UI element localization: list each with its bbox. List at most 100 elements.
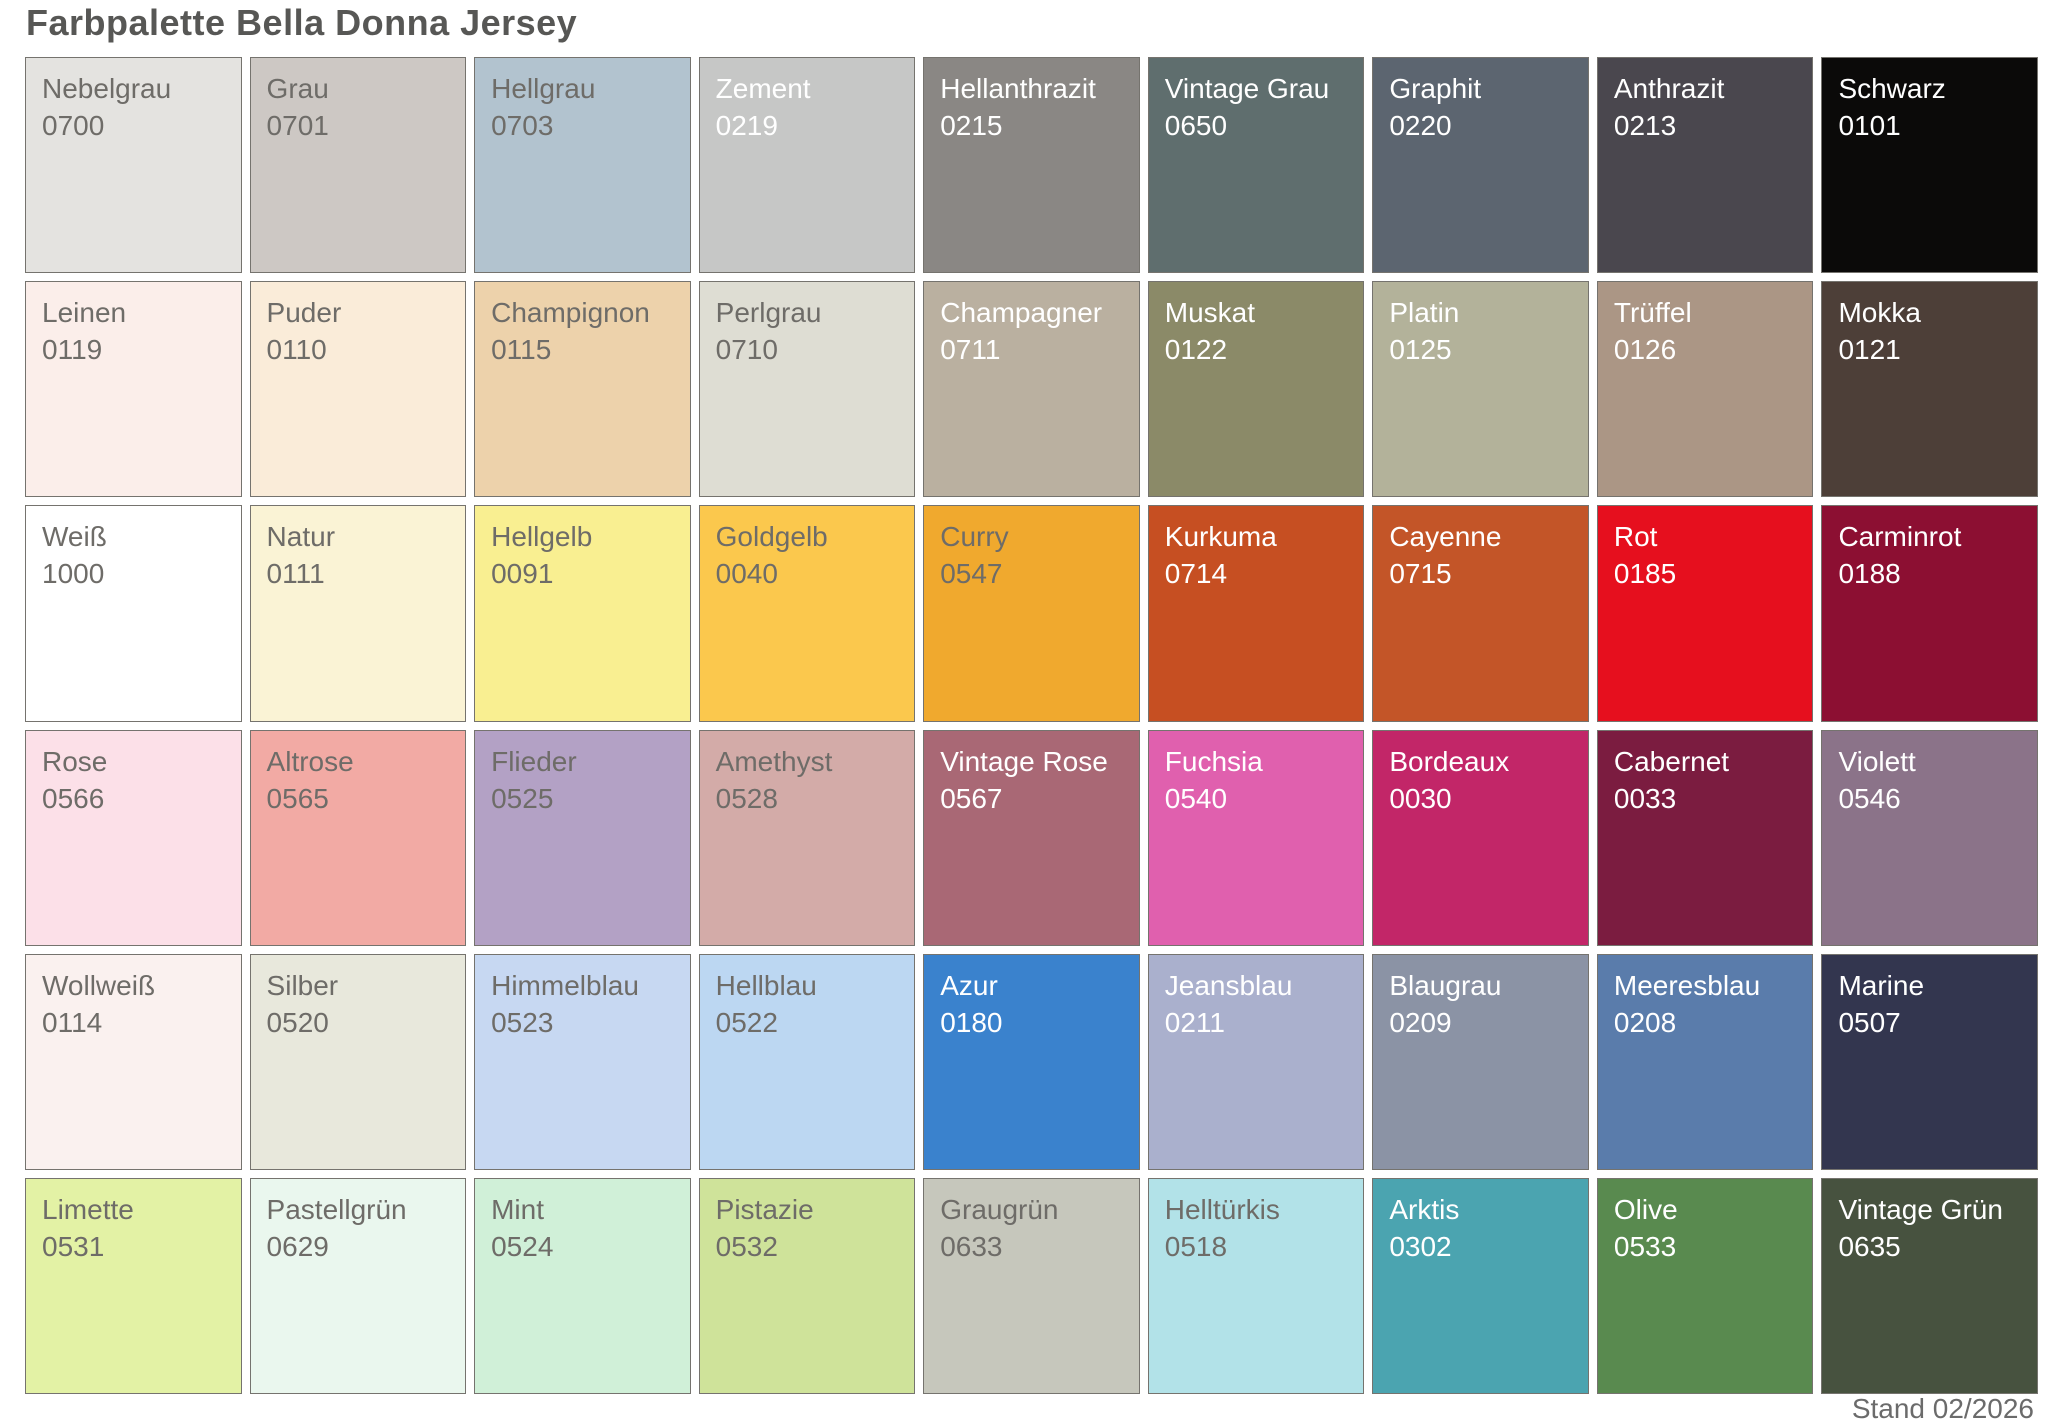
swatch-code-label: 1000 [42, 555, 235, 592]
color-swatch: Hellgelb0091 [474, 505, 691, 721]
color-swatch: Helltürkis0518 [1148, 1178, 1365, 1394]
swatch-name-label: Perlgrau [716, 294, 909, 331]
color-swatch: Hellblau0522 [699, 954, 916, 1170]
swatch-code-label: 0122 [1165, 331, 1358, 368]
swatch-name-label: Cabernet [1614, 743, 1807, 780]
color-swatch: Vintage Rose0567 [923, 730, 1140, 946]
swatch-name-label: Vintage Grau [1165, 70, 1358, 107]
swatch-code-label: 0114 [42, 1004, 235, 1041]
swatch-code-label: 0711 [940, 331, 1133, 368]
swatch-code-label: 0547 [940, 555, 1133, 592]
color-swatch: Vintage Grau0650 [1148, 57, 1365, 273]
swatch-code-label: 0040 [716, 555, 909, 592]
color-swatch: Schwarz0101 [1821, 57, 2038, 273]
swatch-name-label: Champignon [491, 294, 684, 331]
swatch-code-label: 0125 [1389, 331, 1582, 368]
swatch-code-label: 0520 [267, 1004, 460, 1041]
swatch-grid: Nebelgrau0700Grau0701Hellgrau0703Zement0… [25, 57, 2038, 1394]
color-swatch: Goldgelb0040 [699, 505, 916, 721]
color-swatch: Silber0520 [250, 954, 467, 1170]
swatch-name-label: Azur [940, 967, 1133, 1004]
swatch-code-label: 0531 [42, 1228, 235, 1265]
color-swatch: Meeresblau0208 [1597, 954, 1814, 1170]
color-swatch: Fuchsia0540 [1148, 730, 1365, 946]
color-swatch: Olive0533 [1597, 1178, 1814, 1394]
swatch-name-label: Trüffel [1614, 294, 1807, 331]
swatch-name-label: Hellgelb [491, 518, 684, 555]
swatch-code-label: 0522 [716, 1004, 909, 1041]
swatch-name-label: Hellanthrazit [940, 70, 1133, 107]
swatch-name-label: Leinen [42, 294, 235, 331]
swatch-name-label: Wollweiß [42, 967, 235, 1004]
swatch-name-label: Rot [1614, 518, 1807, 555]
swatch-name-label: Flieder [491, 743, 684, 780]
color-swatch: Anthrazit0213 [1597, 57, 1814, 273]
swatch-code-label: 0208 [1614, 1004, 1807, 1041]
swatch-code-label: 0525 [491, 780, 684, 817]
swatch-code-label: 0121 [1838, 331, 2031, 368]
color-swatch: Champagner0711 [923, 281, 1140, 497]
swatch-code-label: 0650 [1165, 107, 1358, 144]
color-palette-sheet: Farbpalette Bella Donna Jersey Nebelgrau… [0, 0, 2047, 1426]
color-swatch: Arktis0302 [1372, 1178, 1589, 1394]
swatch-code-label: 0215 [940, 107, 1133, 144]
swatch-name-label: Himmelblau [491, 967, 684, 1004]
swatch-name-label: Hellblau [716, 967, 909, 1004]
swatch-name-label: Vintage Rose [940, 743, 1133, 780]
swatch-name-label: Grau [267, 70, 460, 107]
color-swatch: Zement0219 [699, 57, 916, 273]
swatch-name-label: Altrose [267, 743, 460, 780]
swatch-name-label: Mint [491, 1191, 684, 1228]
color-swatch: Jeansblau0211 [1148, 954, 1365, 1170]
swatch-name-label: Limette [42, 1191, 235, 1228]
swatch-code-label: 0533 [1614, 1228, 1807, 1265]
swatch-code-label: 0703 [491, 107, 684, 144]
swatch-code-label: 0101 [1838, 107, 2031, 144]
swatch-name-label: Mokka [1838, 294, 2031, 331]
swatch-name-label: Amethyst [716, 743, 909, 780]
swatch-code-label: 0546 [1838, 780, 2031, 817]
swatch-code-label: 0091 [491, 555, 684, 592]
swatch-code-label: 0714 [1165, 555, 1358, 592]
swatch-code-label: 0567 [940, 780, 1133, 817]
swatch-code-label: 0635 [1838, 1228, 2031, 1265]
swatch-name-label: Graugrün [940, 1191, 1133, 1228]
swatch-name-label: Olive [1614, 1191, 1807, 1228]
swatch-name-label: Pistazie [716, 1191, 909, 1228]
swatch-code-label: 0523 [491, 1004, 684, 1041]
color-swatch: Graugrün0633 [923, 1178, 1140, 1394]
swatch-code-label: 0715 [1389, 555, 1582, 592]
swatch-name-label: Zement [716, 70, 909, 107]
swatch-code-label: 0219 [716, 107, 909, 144]
swatch-code-label: 0110 [267, 331, 460, 368]
swatch-code-label: 0565 [267, 780, 460, 817]
color-swatch: Nebelgrau0700 [25, 57, 242, 273]
color-swatch: Limette0531 [25, 1178, 242, 1394]
color-swatch: Amethyst0528 [699, 730, 916, 946]
swatch-code-label: 0030 [1389, 780, 1582, 817]
color-swatch: Mokka0121 [1821, 281, 2038, 497]
color-swatch: Curry0547 [923, 505, 1140, 721]
swatch-code-label: 0710 [716, 331, 909, 368]
swatch-name-label: Meeresblau [1614, 967, 1807, 1004]
color-swatch: Perlgrau0710 [699, 281, 916, 497]
swatch-code-label: 0211 [1165, 1004, 1358, 1041]
swatch-name-label: Pastellgrün [267, 1191, 460, 1228]
swatch-name-label: Muskat [1165, 294, 1358, 331]
swatch-name-label: Hellgrau [491, 70, 684, 107]
swatch-code-label: 0126 [1614, 331, 1807, 368]
swatch-name-label: Rose [42, 743, 235, 780]
color-swatch: Grau0701 [250, 57, 467, 273]
color-swatch: Hellanthrazit0215 [923, 57, 1140, 273]
color-swatch: Wollweiß0114 [25, 954, 242, 1170]
color-swatch: Mint0524 [474, 1178, 691, 1394]
swatch-code-label: 0220 [1389, 107, 1582, 144]
swatch-code-label: 0185 [1614, 555, 1807, 592]
swatch-code-label: 0180 [940, 1004, 1133, 1041]
swatch-name-label: Nebelgrau [42, 70, 235, 107]
color-swatch: Natur0111 [250, 505, 467, 721]
color-swatch: Kurkuma0714 [1148, 505, 1365, 721]
color-swatch: Rot0185 [1597, 505, 1814, 721]
color-swatch: Hellgrau0703 [474, 57, 691, 273]
swatch-name-label: Anthrazit [1614, 70, 1807, 107]
